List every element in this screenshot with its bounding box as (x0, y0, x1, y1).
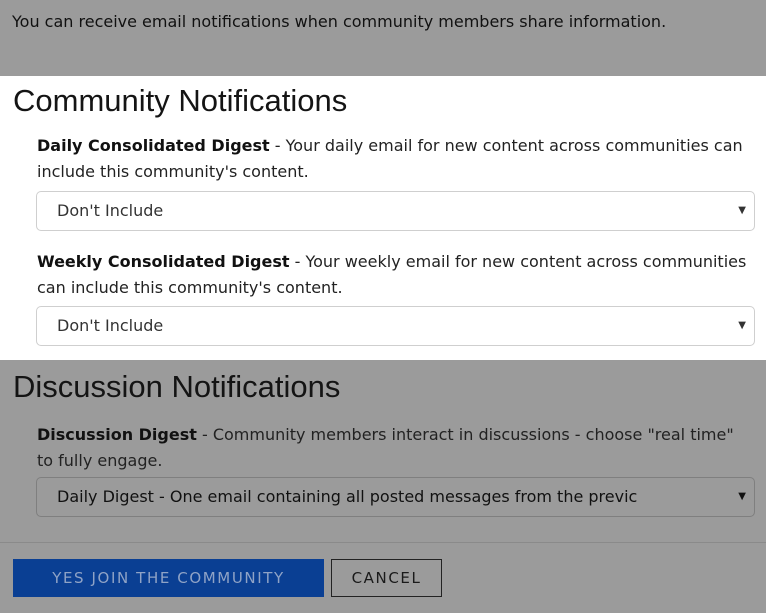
weekly-digest-description: Weekly Consolidated Digest - Your weekly… (37, 249, 747, 301)
daily-digest-select[interactable]: Don't Include ▼ (36, 191, 755, 231)
daily-digest-selected-value: Don't Include (57, 201, 164, 220)
daily-digest-description: Daily Consolidated Digest - Your daily e… (37, 133, 747, 185)
discussion-digest-select[interactable]: Daily Digest - One email containing all … (36, 477, 755, 517)
discussion-digest-selected-value: Daily Digest - One email containing all … (57, 487, 638, 506)
daily-digest-label: Daily Consolidated Digest (37, 136, 270, 155)
caret-down-icon: ▼ (738, 320, 746, 331)
discussion-digest-description: Discussion Digest - Community members in… (37, 422, 747, 474)
intro-text: You can receive email notifications when… (12, 12, 667, 31)
intro-banner: You can receive email notifications when… (0, 0, 766, 76)
caret-down-icon: ▼ (738, 491, 746, 502)
discussion-digest-label: Discussion Digest (37, 425, 197, 444)
community-notifications-title: Community Notifications (13, 83, 348, 118)
join-community-button[interactable]: YES JOIN THE COMMUNITY (13, 559, 324, 597)
community-notifications-section: Community Notifications Daily Consolidat… (0, 76, 766, 360)
cancel-button[interactable]: CANCEL (331, 559, 442, 597)
weekly-digest-selected-value: Don't Include (57, 316, 164, 335)
discussion-notifications-title: Discussion Notifications (13, 369, 341, 404)
weekly-digest-label: Weekly Consolidated Digest (37, 252, 290, 271)
caret-down-icon: ▼ (738, 205, 746, 216)
weekly-digest-select[interactable]: Don't Include ▼ (36, 306, 755, 346)
discussion-notifications-section: Discussion Notifications Discussion Dige… (0, 360, 766, 542)
